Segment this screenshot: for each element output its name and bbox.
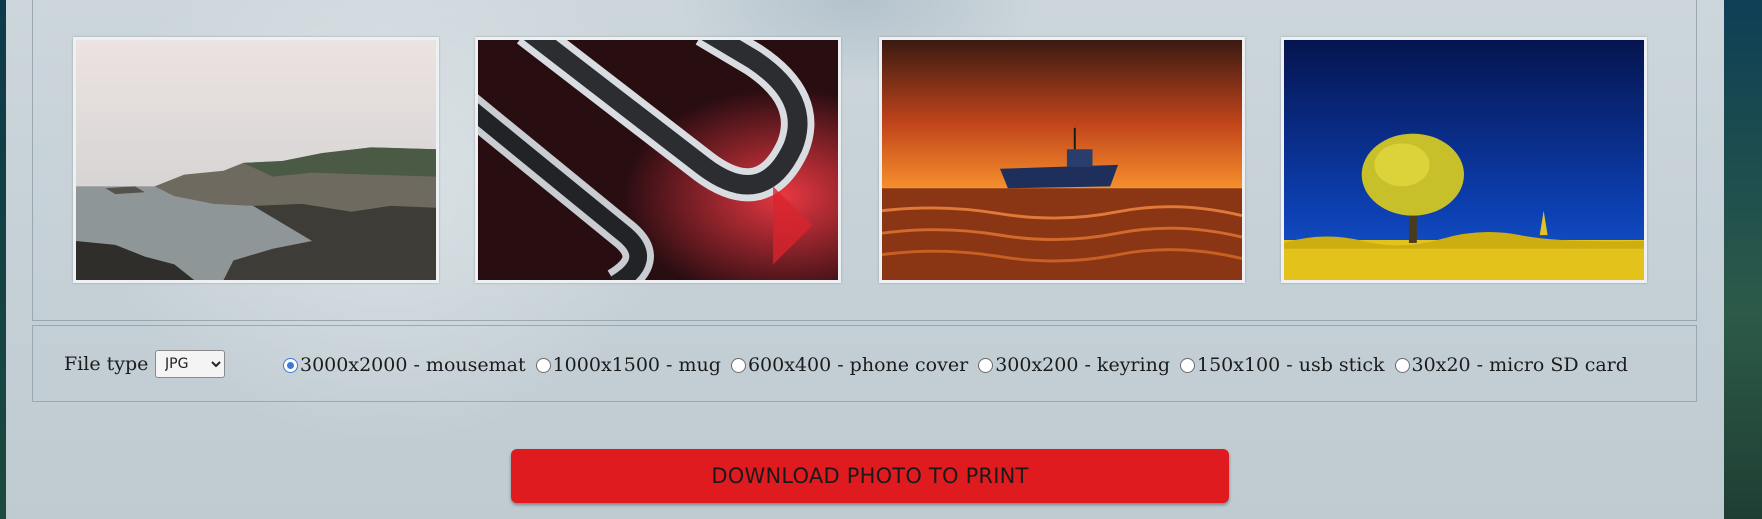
photo-thumbnail-coast[interactable] [73, 37, 439, 283]
tree-photo-image [1284, 40, 1644, 280]
photo-thumbnail-abstract[interactable] [475, 37, 841, 283]
radio-button[interactable] [730, 357, 746, 373]
photo-thumbnail-yellow-tree[interactable] [1281, 37, 1647, 283]
abstract-photo-image [478, 40, 838, 280]
size-option-label: 30x20 - micro SD card [1411, 354, 1628, 376]
size-option-phone-cover[interactable]: 600x400 - phone cover [730, 354, 969, 376]
file-type-select[interactable]: JPG [155, 350, 225, 378]
size-option-mousemat[interactable]: 3000x2000 - mousemat [283, 354, 526, 376]
background-right-edge [1724, 0, 1762, 519]
coast-photo-image [76, 40, 436, 280]
file-type-label: File type [64, 353, 149, 375]
size-option-label: 300x200 - keyring [995, 354, 1170, 376]
radio-button-selected[interactable] [283, 357, 298, 373]
radio-button[interactable] [1179, 357, 1195, 373]
size-option-usb-stick[interactable]: 150x100 - usb stick [1179, 354, 1385, 376]
download-photo-button[interactable]: DOWNLOAD PHOTO TO PRINT [511, 449, 1229, 503]
size-option-label: 150x100 - usb stick [1196, 354, 1385, 376]
size-option-mug[interactable]: 1000x1500 - mug [535, 354, 721, 376]
photo-thumbnail-boat-sunset[interactable] [879, 37, 1245, 283]
size-options: 3000x2000 - mousemat 1000x1500 - mug 600… [283, 350, 1628, 380]
sunset-photo-image [882, 40, 1242, 280]
size-option-micro-sd-card[interactable]: 30x20 - micro SD card [1394, 354, 1628, 376]
download-panel: File type JPG 3000x2000 - mousemat 1000x… [6, 0, 1724, 519]
radio-button[interactable] [535, 357, 551, 373]
download-options-bar: File type JPG 3000x2000 - mousemat 1000x… [32, 325, 1697, 402]
photo-gallery [32, 0, 1697, 321]
size-option-label: 1000x1500 - mug [552, 354, 721, 376]
size-option-label: 3000x2000 - mousemat [300, 354, 526, 376]
radio-button[interactable] [978, 357, 994, 373]
size-option-label: 600x400 - phone cover [747, 354, 969, 376]
size-option-keyring[interactable]: 300x200 - keyring [978, 354, 1170, 376]
radio-button[interactable] [1394, 357, 1410, 373]
